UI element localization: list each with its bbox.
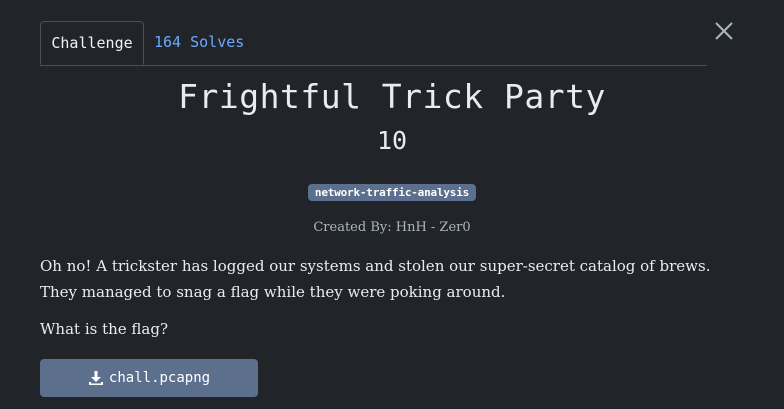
challenge-author: Created By: HnH - Zer0: [313, 220, 471, 235]
tab-solves[interactable]: 164 Solves: [154, 21, 244, 65]
close-icon: [715, 22, 733, 40]
challenge-title: Frightful Trick Party: [178, 77, 606, 116]
tag-container: network-traffic-analysis: [0, 181, 784, 201]
challenge-modal: Challenge 164 Solves Frightful Trick Par…: [0, 0, 784, 409]
challenge-tabs: Challenge 164 Solves: [40, 21, 707, 66]
category-badge: network-traffic-analysis: [307, 184, 477, 201]
close-button[interactable]: [714, 21, 734, 41]
challenge-points: 10: [376, 126, 408, 155]
challenge-description: Oh no! A trickster has logged our system…: [40, 257, 711, 301]
download-icon: [88, 371, 103, 385]
tab-challenge[interactable]: Challenge: [40, 21, 144, 65]
challenge-question: What is the flag?: [40, 320, 169, 338]
download-file-button[interactable]: chall.pcapng: [40, 359, 258, 397]
download-file-label: chall.pcapng: [108, 370, 211, 386]
